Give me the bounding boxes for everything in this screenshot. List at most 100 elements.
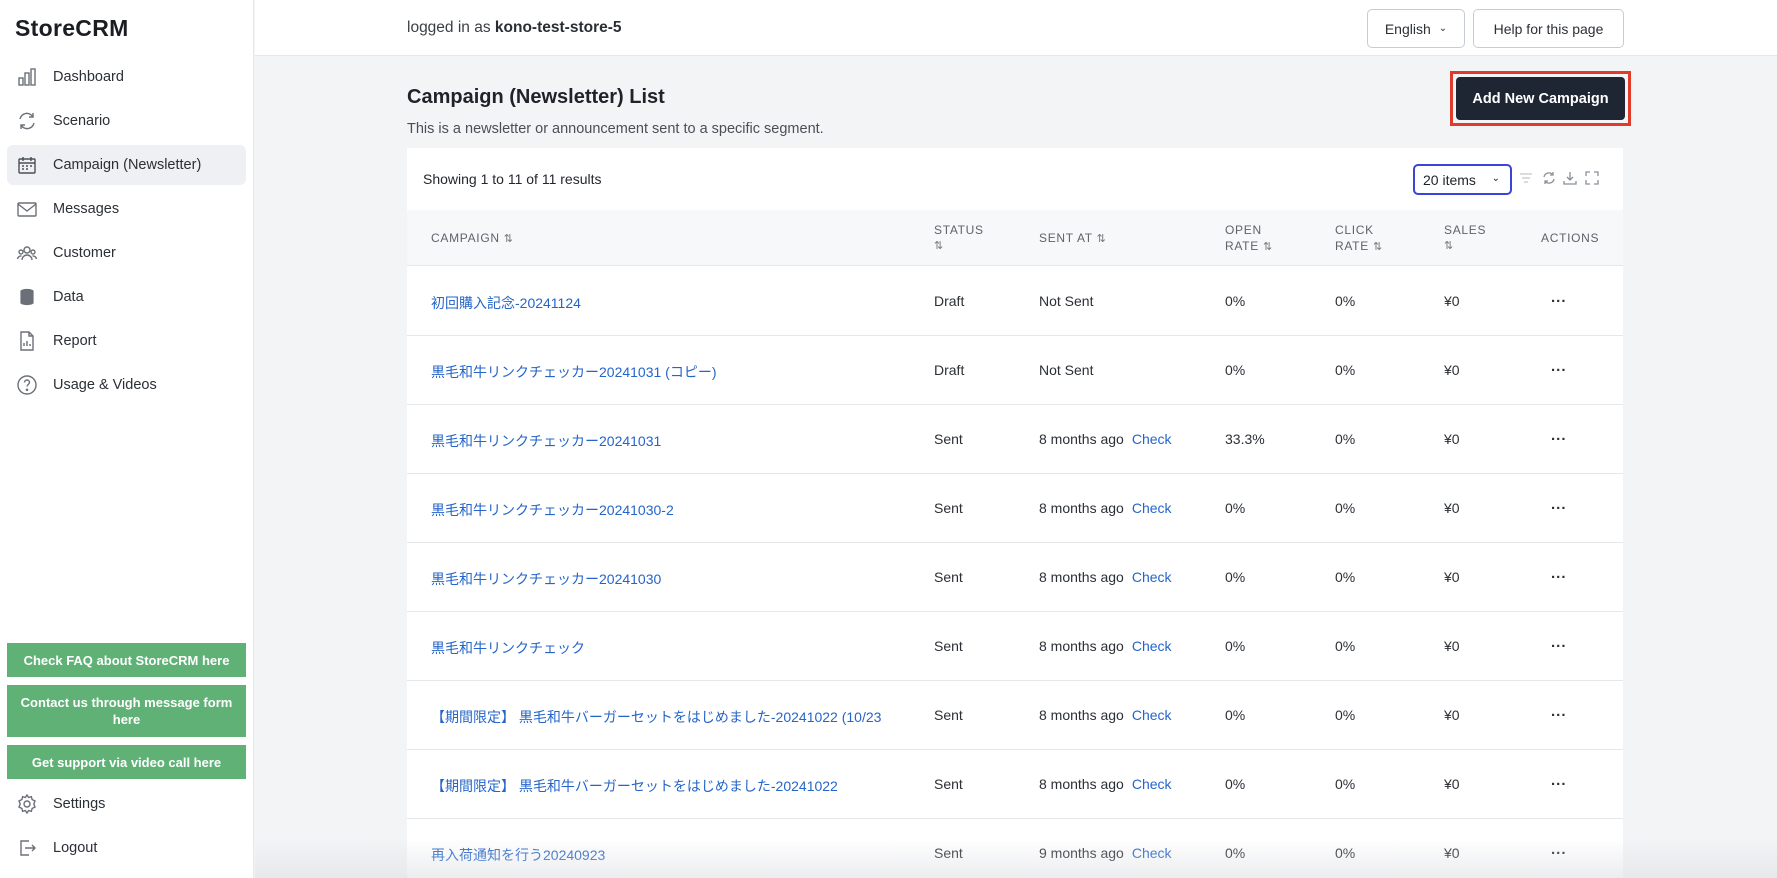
sales-cell: ¥0: [1444, 500, 1460, 516]
filter-columns-icon[interactable]: [1518, 170, 1534, 186]
column-campaign[interactable]: CAMPAIGN ⇅: [431, 230, 513, 247]
row-actions-menu[interactable]: ...: [1551, 496, 1567, 513]
refresh-icon[interactable]: [1541, 170, 1557, 186]
login-prefix: logged in as: [407, 19, 491, 36]
sidebar-item-usage-videos[interactable]: Usage & Videos: [7, 365, 246, 405]
column-status[interactable]: STATUS ⇅: [934, 222, 984, 254]
row-actions-menu[interactable]: ...: [1551, 289, 1567, 306]
sidebar: StoreCRM Dashboard Scenario Campaign (Ne…: [0, 0, 254, 878]
campaign-link[interactable]: 黒毛和牛リンクチェッカー20241030-2: [431, 500, 674, 520]
column-open-rate-label-2: RATE: [1225, 239, 1259, 253]
table-row: 黒毛和牛リンクチェッカー20241030 Sent 8 months ago Ch…: [407, 543, 1623, 612]
check-link[interactable]: Check: [1132, 845, 1172, 861]
check-link[interactable]: Check: [1132, 638, 1172, 654]
campaign-link[interactable]: 再入荷通知を行う20240923: [431, 845, 605, 865]
campaign-link[interactable]: 【期間限定】 黒毛和牛バーガーセットをはじめました-20241022: [431, 776, 838, 796]
column-click-rate[interactable]: CLICK RATE ⇅: [1335, 222, 1382, 255]
add-new-campaign-button[interactable]: Add New Campaign: [1456, 77, 1625, 120]
sales-cell: ¥0: [1444, 776, 1460, 792]
check-link[interactable]: Check: [1132, 707, 1172, 723]
column-actions: ACTIONS: [1541, 231, 1600, 245]
campaign-link[interactable]: 【期間限定】 黒毛和牛バーガーセットをはじめました-20241022 (10/2…: [431, 707, 881, 727]
sidebar-item-label: Settings: [53, 796, 106, 812]
row-actions-menu[interactable]: ...: [1551, 841, 1567, 858]
campaign-link[interactable]: 初回購入記念-20241124: [431, 293, 581, 313]
sales-cell: ¥0: [1444, 362, 1460, 378]
fullscreen-icon[interactable]: [1584, 170, 1600, 186]
row-actions-menu[interactable]: ...: [1551, 358, 1567, 375]
sidebar-item-campaign[interactable]: Campaign (Newsletter): [7, 145, 246, 185]
open-rate-cell: 0%: [1225, 845, 1246, 861]
campaign-link[interactable]: 黒毛和牛リンクチェッカー20241031 (コピー): [431, 362, 717, 382]
check-link[interactable]: Check: [1132, 569, 1172, 585]
campaign-link[interactable]: 黒毛和牛リンクチェック: [431, 638, 585, 658]
table-row: 黒毛和牛リンクチェッカー20241030-2 Sent 8 months ago…: [407, 474, 1623, 543]
sort-icon: ⇅: [934, 240, 944, 252]
sent-at-cell: Not Sent: [1039, 293, 1094, 309]
sent-at-text: 8 months ago: [1039, 569, 1124, 585]
check-link[interactable]: Check: [1132, 500, 1172, 516]
page-size-select[interactable]: 20 items ⌄: [1413, 164, 1512, 195]
sent-at-cell: 8 months ago Check: [1039, 431, 1172, 447]
sidebar-item-customer[interactable]: Customer: [7, 233, 246, 273]
campaign-link[interactable]: 黒毛和牛リンクチェッカー20241031: [431, 431, 661, 451]
sidebar-item-report[interactable]: Report: [7, 321, 246, 361]
status-cell: Sent: [934, 707, 963, 723]
table-row: 【期間限定】 黒毛和牛バーガーセットをはじめました-20241022 (10/2…: [407, 681, 1623, 750]
sidebar-item-messages[interactable]: Messages: [7, 189, 246, 229]
status-cell: Sent: [934, 638, 963, 654]
sidebar-item-settings[interactable]: Settings: [7, 784, 246, 824]
download-icon[interactable]: [1562, 170, 1578, 186]
login-status: logged in as kono-test-store-5: [407, 19, 622, 37]
column-sent-at[interactable]: SENT AT ⇅: [1039, 230, 1106, 247]
sidebar-item-label: Logout: [53, 840, 98, 856]
open-rate-cell: 0%: [1225, 638, 1246, 654]
sidebar-item-label: Messages: [53, 201, 120, 217]
status-cell: Draft: [934, 362, 965, 378]
row-actions-menu[interactable]: ...: [1551, 703, 1567, 720]
table-row: 黒毛和牛リンクチェック Sent 8 months ago Check 0% 0%…: [407, 612, 1623, 681]
status-cell: Sent: [934, 569, 963, 585]
store-name: kono-test-store-5: [494, 19, 622, 36]
faq-support-button[interactable]: Check FAQ about StoreCRM here: [7, 643, 246, 677]
sidebar-item-dashboard[interactable]: Dashboard: [7, 57, 246, 97]
sent-at-cell: 8 months ago Check: [1039, 707, 1172, 723]
row-actions-menu[interactable]: ...: [1551, 634, 1567, 651]
calendar-icon: [16, 154, 38, 176]
campaign-table-card: Showing 1 to 11 of 11 results 20 items ⌄…: [407, 148, 1623, 878]
sent-at-cell: 8 months ago Check: [1039, 638, 1172, 654]
check-link[interactable]: Check: [1132, 776, 1172, 792]
sidebar-item-data[interactable]: Data: [7, 277, 246, 317]
refresh-icon: [16, 110, 38, 132]
language-select[interactable]: English ⌄: [1367, 9, 1465, 48]
check-link[interactable]: Check: [1132, 431, 1172, 447]
sort-icon: ⇅: [503, 233, 513, 245]
click-rate-cell: 0%: [1335, 569, 1356, 585]
column-open-rate[interactable]: OPEN RATE ⇅: [1225, 222, 1272, 255]
sort-icon: ⇅: [1372, 241, 1383, 253]
table-row: 黒毛和牛リンクチェッカー20241031 (コピー) Draft Not Sen…: [407, 336, 1623, 405]
page-description: This is a newsletter or announcement sen…: [407, 121, 824, 137]
mail-icon: [16, 198, 38, 220]
campaign-link[interactable]: 黒毛和牛リンクチェッカー20241030: [431, 569, 661, 589]
page-title: Campaign (Newsletter) List: [407, 86, 665, 108]
help-button[interactable]: Help for this page: [1473, 9, 1624, 48]
row-actions-menu[interactable]: ...: [1551, 565, 1567, 582]
sent-at-text: 9 months ago: [1039, 845, 1124, 861]
video-call-support-button[interactable]: Get support via video call here: [7, 745, 246, 779]
app-logo[interactable]: StoreCRM: [15, 15, 129, 42]
sent-at-text: 8 months ago: [1039, 707, 1124, 723]
click-rate-cell: 0%: [1335, 500, 1356, 516]
row-actions-menu[interactable]: ...: [1551, 772, 1567, 789]
contact-form-button[interactable]: Contact us through message form here: [7, 685, 246, 737]
sent-at-cell: 8 months ago Check: [1039, 776, 1172, 792]
click-rate-cell: 0%: [1335, 638, 1356, 654]
column-click-rate-label: CLICK: [1335, 223, 1374, 237]
status-cell: Sent: [934, 500, 963, 516]
row-actions-menu[interactable]: ...: [1551, 427, 1567, 444]
sort-icon: ⇅: [1262, 241, 1273, 253]
sidebar-item-logout[interactable]: Logout: [7, 828, 246, 868]
sidebar-item-scenario[interactable]: Scenario: [7, 101, 246, 141]
column-sales[interactable]: SALES ⇅: [1444, 222, 1486, 254]
open-rate-cell: 0%: [1225, 569, 1246, 585]
